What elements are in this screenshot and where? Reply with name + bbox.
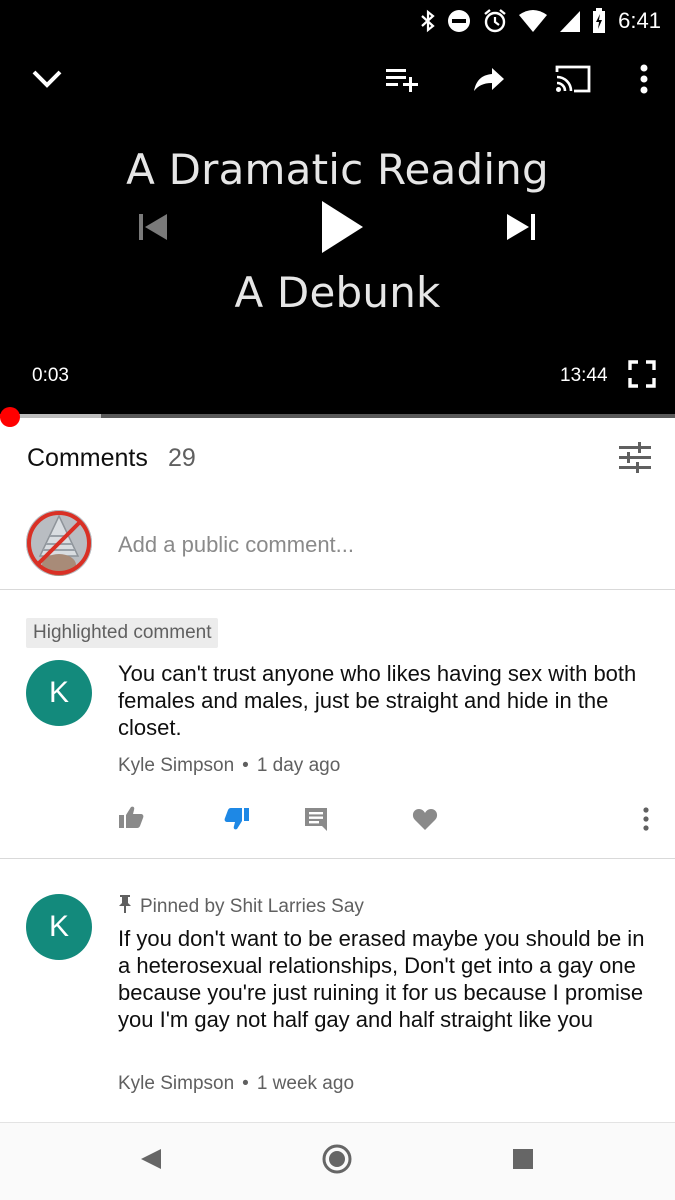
commenter-avatar[interactable]: K xyxy=(26,894,92,960)
current-time: 0:03 xyxy=(32,365,69,386)
signal-icon xyxy=(558,9,582,33)
add-to-playlist-button[interactable] xyxy=(380,58,424,104)
next-button[interactable] xyxy=(498,206,544,252)
comment-more-button[interactable] xyxy=(636,804,656,838)
comment-meta: Kyle Simpson • 1 day ago xyxy=(118,755,341,776)
comment-meta: Kyle Simpson • 1 week ago xyxy=(118,1073,355,1094)
status-time: 6:41 xyxy=(618,8,661,33)
pinned-by-text: Pinned by Shit Larries Say xyxy=(140,896,364,917)
thumbs-up-icon xyxy=(118,805,144,834)
skip-previous-icon xyxy=(137,212,169,247)
alarm-icon xyxy=(482,8,508,34)
more-vert-icon xyxy=(640,64,648,99)
recents-button[interactable] xyxy=(508,1145,538,1177)
sort-filter-icon xyxy=(618,442,652,478)
pin-icon xyxy=(118,894,132,920)
cast-button[interactable] xyxy=(550,58,596,104)
bluetooth-icon xyxy=(420,9,436,33)
recents-square-icon xyxy=(512,1148,534,1175)
chevron-down-icon xyxy=(31,69,63,94)
share-icon xyxy=(473,66,505,97)
sort-comments-button[interactable] xyxy=(618,442,652,479)
fullscreen-button[interactable] xyxy=(626,359,658,393)
home-button[interactable] xyxy=(320,1143,354,1180)
reply-button[interactable] xyxy=(301,806,331,836)
more-vert-icon xyxy=(643,806,649,836)
video-player[interactable]: 6:41 A Dramatic Reading A Debunk 0:03 13… xyxy=(0,0,675,427)
reply-icon xyxy=(303,806,329,837)
pinned-label: Pinned by Shit Larries Say xyxy=(118,894,364,920)
divider xyxy=(0,858,675,859)
video-frame-subtitle: A Debunk xyxy=(234,268,441,317)
avatar xyxy=(26,510,92,576)
comment-text: You can't trust anyone who likes having … xyxy=(118,661,637,740)
comments-title: Comments xyxy=(27,444,148,472)
share-button[interactable] xyxy=(468,58,510,104)
home-circle-icon xyxy=(321,1143,353,1180)
commenter-avatar[interactable]: K xyxy=(26,660,92,726)
collapse-button[interactable] xyxy=(26,58,68,104)
comment-age: 1 day ago xyxy=(256,755,341,776)
skip-next-icon xyxy=(505,212,537,247)
comment-item: Highlighted comment K You can't trust an… xyxy=(0,618,675,858)
comment-age: 1 week ago xyxy=(256,1073,355,1094)
comment-actions xyxy=(0,800,675,840)
like-button[interactable] xyxy=(116,804,146,834)
playlist-add-icon xyxy=(385,66,419,97)
play-button[interactable] xyxy=(310,196,374,262)
heart-button[interactable] xyxy=(410,806,440,836)
comment-author[interactable]: Kyle Simpson xyxy=(118,1073,234,1094)
previous-button[interactable] xyxy=(130,206,176,252)
heart-icon xyxy=(412,807,438,836)
do-not-disturb-icon xyxy=(446,8,472,34)
back-button[interactable] xyxy=(136,1145,166,1177)
fullscreen-icon xyxy=(628,359,656,393)
play-icon xyxy=(320,200,364,259)
thumbs-down-icon xyxy=(224,807,250,836)
add-comment-row[interactable]: Add a public comment... xyxy=(0,498,675,590)
video-frame-title: A Dramatic Reading xyxy=(126,145,549,194)
system-navigation-bar xyxy=(0,1122,675,1200)
dislike-button[interactable] xyxy=(222,806,252,836)
comments-count: 29 xyxy=(168,444,196,472)
more-options-button[interactable] xyxy=(628,58,660,104)
cast-icon xyxy=(554,64,592,99)
comment-text: If you don't want to be erased maybe you… xyxy=(118,926,645,1032)
status-bar: 6:41 xyxy=(0,0,675,44)
battery-icon xyxy=(592,8,606,34)
comment-item: K Pinned by Shit Larries Say If you don'… xyxy=(0,880,675,1120)
comment-author[interactable]: Kyle Simpson xyxy=(118,755,234,776)
add-comment-input[interactable]: Add a public comment... xyxy=(118,532,354,558)
back-triangle-icon xyxy=(139,1147,163,1176)
wifi-icon xyxy=(518,9,548,33)
duration: 13:44 xyxy=(560,365,608,386)
comments-header: Comments 29 xyxy=(0,418,675,498)
highlighted-comment-badge: Highlighted comment xyxy=(26,618,219,648)
